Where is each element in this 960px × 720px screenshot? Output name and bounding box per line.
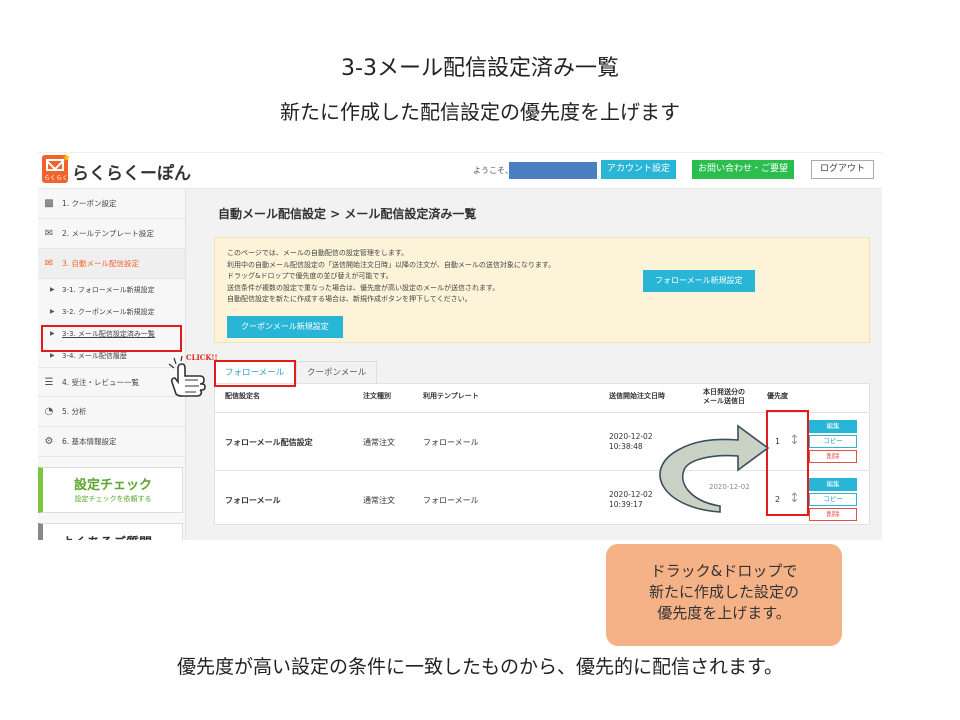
time-part: 10:38:48 [609, 442, 643, 451]
header-line: メール送信日 [703, 397, 745, 405]
mail-gear-icon: ✉ [44, 258, 54, 269]
sidebar-subitem-label: 3-4. メール配信履歴 [62, 352, 127, 360]
copy-button[interactable]: コピー [809, 435, 857, 448]
cell-start-date: 2020-12-02 10:38:48 [609, 432, 653, 452]
tab-coupon-mail[interactable]: クーポンメール [296, 361, 378, 383]
sidebar-subitem-label: 3-2. クーポンメール新規設定 [62, 308, 155, 316]
sidebar: ▩ 1. クーポン設定 ✉ 2. メールテンプレート設定 ✉ 3. 自動メール配… [38, 189, 186, 540]
cell-name: フォローメール配信設定 [225, 438, 313, 447]
envelope-icon: ✉ [44, 228, 54, 239]
callout-line: 優先度を上げます。 [657, 604, 791, 622]
sidebar-subitem-follow-new[interactable]: ▶ 3-1. フォローメール新規設定 [38, 279, 185, 301]
callout-line: 新たに作成した設定の [648, 583, 799, 601]
caret-right-icon: ▶ [50, 308, 55, 315]
time-part: 10:39:17 [609, 500, 643, 509]
sidebar-item-orders[interactable]: ☰ 4. 受注・レビュー一覧 [38, 367, 185, 397]
settings-check-subtitle: 設定チェックを依頼する [74, 495, 152, 503]
slide-subtitle: 新たに作成した配信設定の優先度を上げます [280, 100, 680, 124]
delete-button[interactable]: 削除 [809, 508, 857, 521]
footer-text: 優先度が高い設定の条件に一致したものから、優先的に配信されます。 [176, 656, 784, 678]
info-line: ドラッグ&ドロップで優先度の並び替えが可能です。 [227, 272, 393, 280]
sidebar-subitem-label: 3-1. フォローメール新規設定 [62, 286, 155, 294]
sidebar-item-analysis[interactable]: ◔ 5. 分析 [38, 397, 185, 427]
cell-type: 通常注文 [363, 438, 395, 447]
edit-button[interactable]: 編集 [809, 478, 857, 491]
column-header-priority: 優先度 [767, 392, 788, 400]
welcome-text: ようこそ、 [473, 166, 513, 175]
settings-check-title: 設定チェック [73, 478, 152, 493]
cell-start-date: 2020-12-02 10:39:17 [609, 490, 653, 510]
info-panel: このページでは、メールの自動配信の設定管理をします。 利用中の自動メール配信設定… [214, 237, 870, 343]
cell-template: フォローメール [423, 438, 479, 447]
column-header-send-date: 本日発送分の メール送信日 [703, 388, 745, 406]
app-header: らくらく ★ らくらくーぽん ようこそ、 アカウント設定 お問い合わせ・ご要望 … [38, 153, 882, 189]
date-part: 2020-12-02 [609, 432, 653, 441]
sidebar-item-basic-settings[interactable]: ⚙ 6. 基本情報設定 [38, 427, 185, 457]
info-text: このページでは、メールの自動配信の設定管理をします。 利用中の自動メール配信設定… [227, 248, 555, 306]
info-line: 利用中の自動メール配信設定の「送信開始注文日時」以降の注文が、自動メールの送信対… [227, 260, 556, 269]
cell-type: 通常注文 [363, 496, 395, 505]
faq-label: よくあるご質問 [61, 532, 152, 540]
sidebar-item-label: 3. 自動メール配信設定 [62, 259, 140, 268]
column-header-start-date: 送信開始注文日時 [609, 392, 665, 400]
sidebar-subitem-coupon-new[interactable]: ▶ 3-2. クーポンメール新規設定 [38, 301, 185, 323]
sidebar-item-label: 2. メールテンプレート設定 [62, 229, 154, 238]
caret-right-icon: ▶ [50, 286, 55, 293]
account-settings-button[interactable]: アカウント設定 [601, 160, 677, 179]
sidebar-item-coupon[interactable]: ▩ 1. クーポン設定 [38, 189, 185, 219]
coupon-mail-new-button[interactable]: クーポンメール新規設定 [227, 316, 343, 338]
column-header-type: 注文種別 [363, 392, 391, 400]
column-header-template: 利用テンプレート [423, 392, 479, 400]
curved-arrow-icon [659, 424, 770, 513]
callout-line: ドラック&ドロップで [650, 562, 798, 580]
edit-button[interactable]: 編集 [809, 420, 857, 433]
qr-icon: ▩ [44, 198, 54, 209]
faq-button[interactable]: よくあるご質問 [38, 523, 183, 540]
info-line: このページでは、メールの自動配信の設定管理をします。 [227, 249, 409, 257]
date-part: 2020-12-02 [609, 490, 653, 499]
info-line: 自動配信設定を新たに作成する場合は、新規作成ボタンを押下してください。 [227, 295, 472, 303]
pie-chart-icon: ◔ [44, 406, 54, 417]
sidebar-item-auto-mail[interactable]: ✉ 3. 自動メール配信設定 [38, 249, 185, 279]
gear-icon: ⚙ [44, 436, 54, 447]
logo-small-text: らくらく [44, 175, 69, 182]
sidebar-item-label: 1. クーポン設定 [62, 199, 117, 208]
column-header-name: 配信設定名 [225, 392, 260, 400]
highlight-sidebar-current [41, 325, 182, 352]
callout-box: ドラック&ドロップで 新たに作成した設定の 優先度を上げます。 [606, 544, 842, 646]
user-name-redacted [509, 162, 597, 179]
contact-button[interactable]: お問い合わせ・ご要望 [692, 160, 795, 179]
follow-mail-new-button[interactable]: フォローメール新規設定 [643, 270, 755, 292]
highlight-follow-tab [214, 360, 296, 387]
logout-button[interactable]: ログアウト [811, 160, 875, 179]
logo-text[interactable]: らくらくーぽん [72, 159, 191, 184]
sidebar-item-label: 4. 受注・レビュー一覧 [62, 378, 140, 387]
copy-button[interactable]: コピー [809, 493, 857, 506]
sidebar-item-template[interactable]: ✉ 2. メールテンプレート設定 [38, 219, 185, 249]
slide-title: 3-3メール配信設定済み一覧 [341, 56, 619, 81]
list-icon: ☰ [44, 377, 54, 388]
sidebar-item-label: 6. 基本情報設定 [62, 437, 117, 446]
sidebar-item-label: 5. 分析 [62, 407, 87, 416]
cell-template: フォローメール [423, 496, 479, 505]
header-line: 本日発送分の [703, 388, 745, 396]
cell-name: フォローメール [225, 496, 281, 505]
info-line: 送信条件が複数の設定で重なった場合は、優先度が高い設定のメールが送信されます。 [227, 283, 500, 292]
delete-button[interactable]: 削除 [809, 450, 857, 463]
pointing-hand-icon [168, 355, 206, 397]
page-title: 自動メール配信設定 > メール配信設定済み一覧 [218, 207, 477, 221]
settings-check-button[interactable]: 設定チェック 設定チェックを依頼する [38, 467, 183, 513]
star-icon: ★ [62, 153, 71, 164]
